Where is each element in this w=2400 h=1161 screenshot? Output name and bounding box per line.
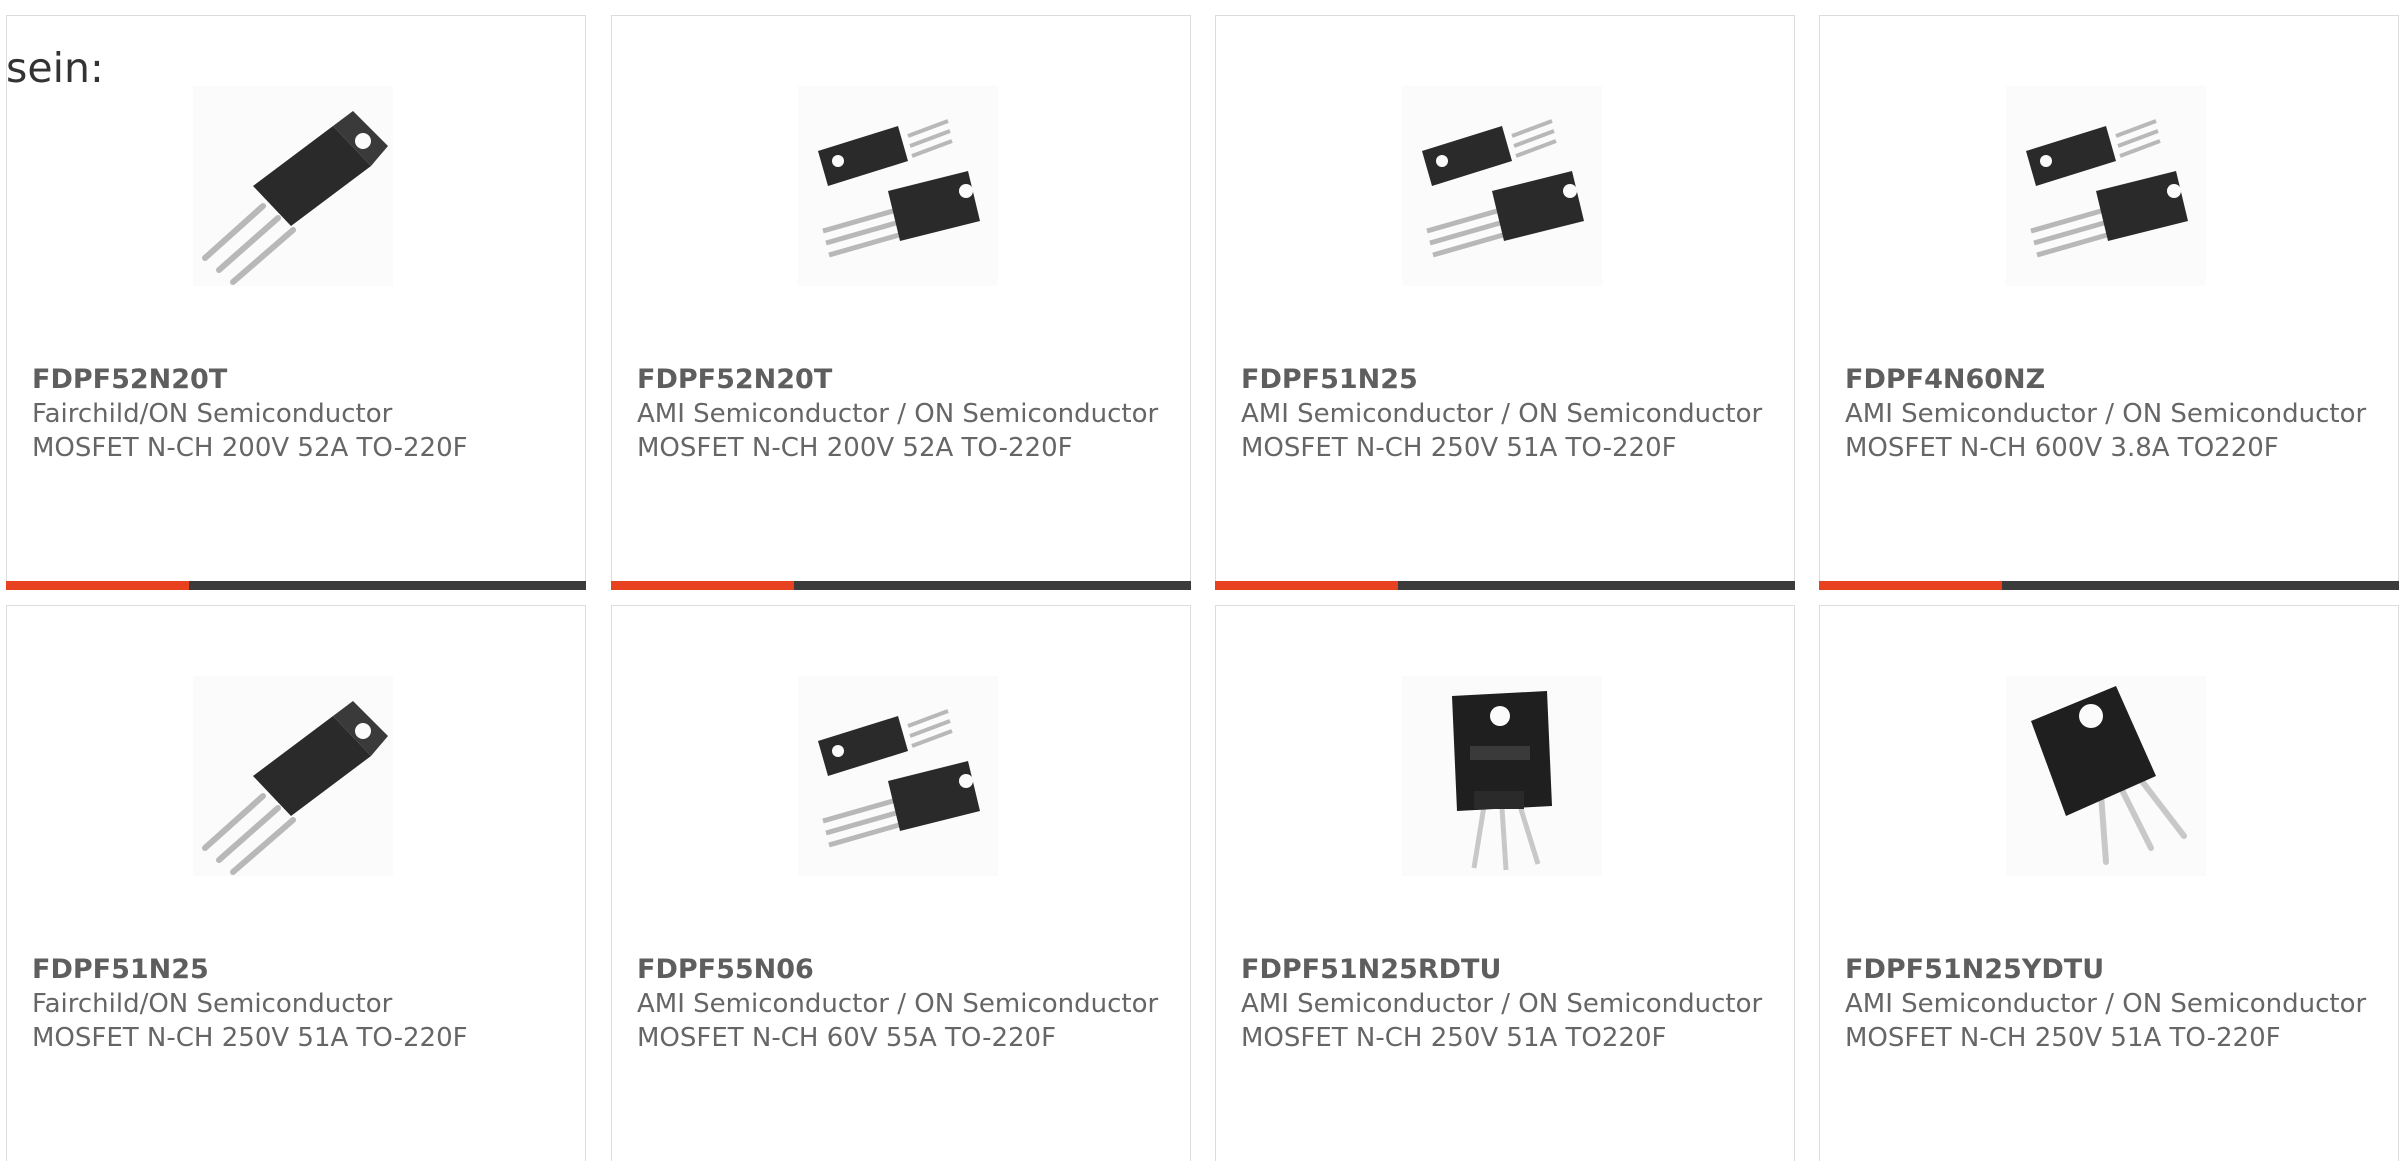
description: MOSFET N-CH 250V 51A TO-220F	[1845, 1023, 2281, 1053]
product-info: FDPF51N25 AMI Semiconductor / ON Semicon…	[1241, 363, 1774, 465]
to220f-pair-icon	[1402, 86, 1602, 286]
card-bar	[1215, 581, 1795, 590]
to220f-front-icon	[1402, 676, 1602, 876]
manufacturer: AMI Semiconductor / ON Semiconductor	[1241, 399, 1763, 429]
product-info: FDPF51N25 Fairchild/ON Semiconductor MOS…	[32, 953, 565, 1055]
product-info: FDPF55N06 AMI Semiconductor / ON Semicon…	[637, 953, 1170, 1055]
manufacturer: AMI Semiconductor / ON Semiconductor	[1845, 399, 2367, 429]
product-info: FDPF52N20T Fairchild/ON Semiconductor MO…	[32, 363, 565, 465]
product-image[interactable]	[798, 86, 998, 286]
product-info: FDPF4N60NZ AMI Semiconductor / ON Semico…	[1845, 363, 2378, 465]
description: MOSFET N-CH 200V 52A TO-220F	[32, 433, 468, 463]
product-image[interactable]	[798, 676, 998, 876]
manufacturer: AMI Semiconductor / ON Semiconductor	[1845, 989, 2367, 1019]
description: MOSFET N-CH 600V 3.8A TO220F	[1845, 433, 2279, 463]
product-info: FDPF51N25YDTU AMI Semiconductor / ON Sem…	[1845, 953, 2378, 1055]
card-bar	[611, 581, 1191, 590]
product-card[interactable]: FDPF51N25YDTU AMI Semiconductor / ON Sem…	[1819, 605, 2399, 1161]
description: MOSFET N-CH 250V 51A TO220F	[1241, 1023, 1667, 1053]
card-bar-accent	[6, 581, 189, 590]
product-image[interactable]	[1402, 86, 1602, 286]
product-grid-page: sein: FDPF52N20T Fairchild/ON Semiconduc…	[0, 0, 2400, 1161]
product-card[interactable]: FDPF51N25 AMI Semiconductor / ON Semicon…	[1215, 15, 1795, 590]
manufacturer: AMI Semiconductor / ON Semiconductor	[1241, 989, 1763, 1019]
card-bar	[1819, 581, 2399, 590]
to220f-pair-icon	[798, 676, 998, 876]
card-bar-accent	[1819, 581, 2002, 590]
product-image[interactable]	[2006, 676, 2206, 876]
manufacturer: Fairchild/ON Semiconductor	[32, 399, 393, 429]
product-info: FDPF51N25RDTU AMI Semiconductor / ON Sem…	[1241, 953, 1774, 1055]
product-card[interactable]: FDPF52N20T Fairchild/ON Semiconductor MO…	[6, 15, 586, 590]
product-card[interactable]: FDPF55N06 AMI Semiconductor / ON Semicon…	[611, 605, 1191, 1161]
product-info: FDPF52N20T AMI Semiconductor / ON Semico…	[637, 363, 1170, 465]
part-number[interactable]: FDPF55N06	[637, 953, 1170, 987]
part-number[interactable]: FDPF52N20T	[637, 363, 1170, 397]
product-card[interactable]: FDPF51N25RDTU AMI Semiconductor / ON Sem…	[1215, 605, 1795, 1161]
description: MOSFET N-CH 200V 52A TO-220F	[637, 433, 1073, 463]
part-number[interactable]: FDPF52N20T	[32, 363, 565, 397]
product-card[interactable]: FDPF4N60NZ AMI Semiconductor / ON Semico…	[1819, 15, 2399, 590]
intro-text: sein:	[6, 44, 104, 92]
card-bar-accent	[1215, 581, 1398, 590]
description: MOSFET N-CH 60V 55A TO-220F	[637, 1023, 1057, 1053]
part-number[interactable]: FDPF51N25	[32, 953, 565, 987]
manufacturer: AMI Semiconductor / ON Semiconductor	[637, 399, 1159, 429]
product-image[interactable]	[2006, 86, 2206, 286]
description: MOSFET N-CH 250V 51A TO-220F	[32, 1023, 468, 1053]
manufacturer: AMI Semiconductor / ON Semiconductor	[637, 989, 1159, 1019]
description: MOSFET N-CH 250V 51A TO-220F	[1241, 433, 1677, 463]
to220f-pair-icon	[798, 86, 998, 286]
card-bar-accent	[611, 581, 794, 590]
to220f-pair-icon	[2006, 86, 2206, 286]
card-bar	[6, 581, 586, 590]
to220f-angled-icon	[2006, 676, 2206, 876]
product-card[interactable]: FDPF51N25 Fairchild/ON Semiconductor MOS…	[6, 605, 586, 1161]
part-number[interactable]: FDPF4N60NZ	[1845, 363, 2378, 397]
part-number[interactable]: FDPF51N25YDTU	[1845, 953, 2378, 987]
product-image[interactable]	[193, 86, 393, 286]
to220f-single-icon	[193, 676, 393, 876]
to220f-single-icon	[193, 86, 393, 286]
product-image[interactable]	[1402, 676, 1602, 876]
manufacturer: Fairchild/ON Semiconductor	[32, 989, 393, 1019]
part-number[interactable]: FDPF51N25RDTU	[1241, 953, 1774, 987]
part-number[interactable]: FDPF51N25	[1241, 363, 1774, 397]
product-card[interactable]: FDPF52N20T AMI Semiconductor / ON Semico…	[611, 15, 1191, 590]
product-image[interactable]	[193, 676, 393, 876]
